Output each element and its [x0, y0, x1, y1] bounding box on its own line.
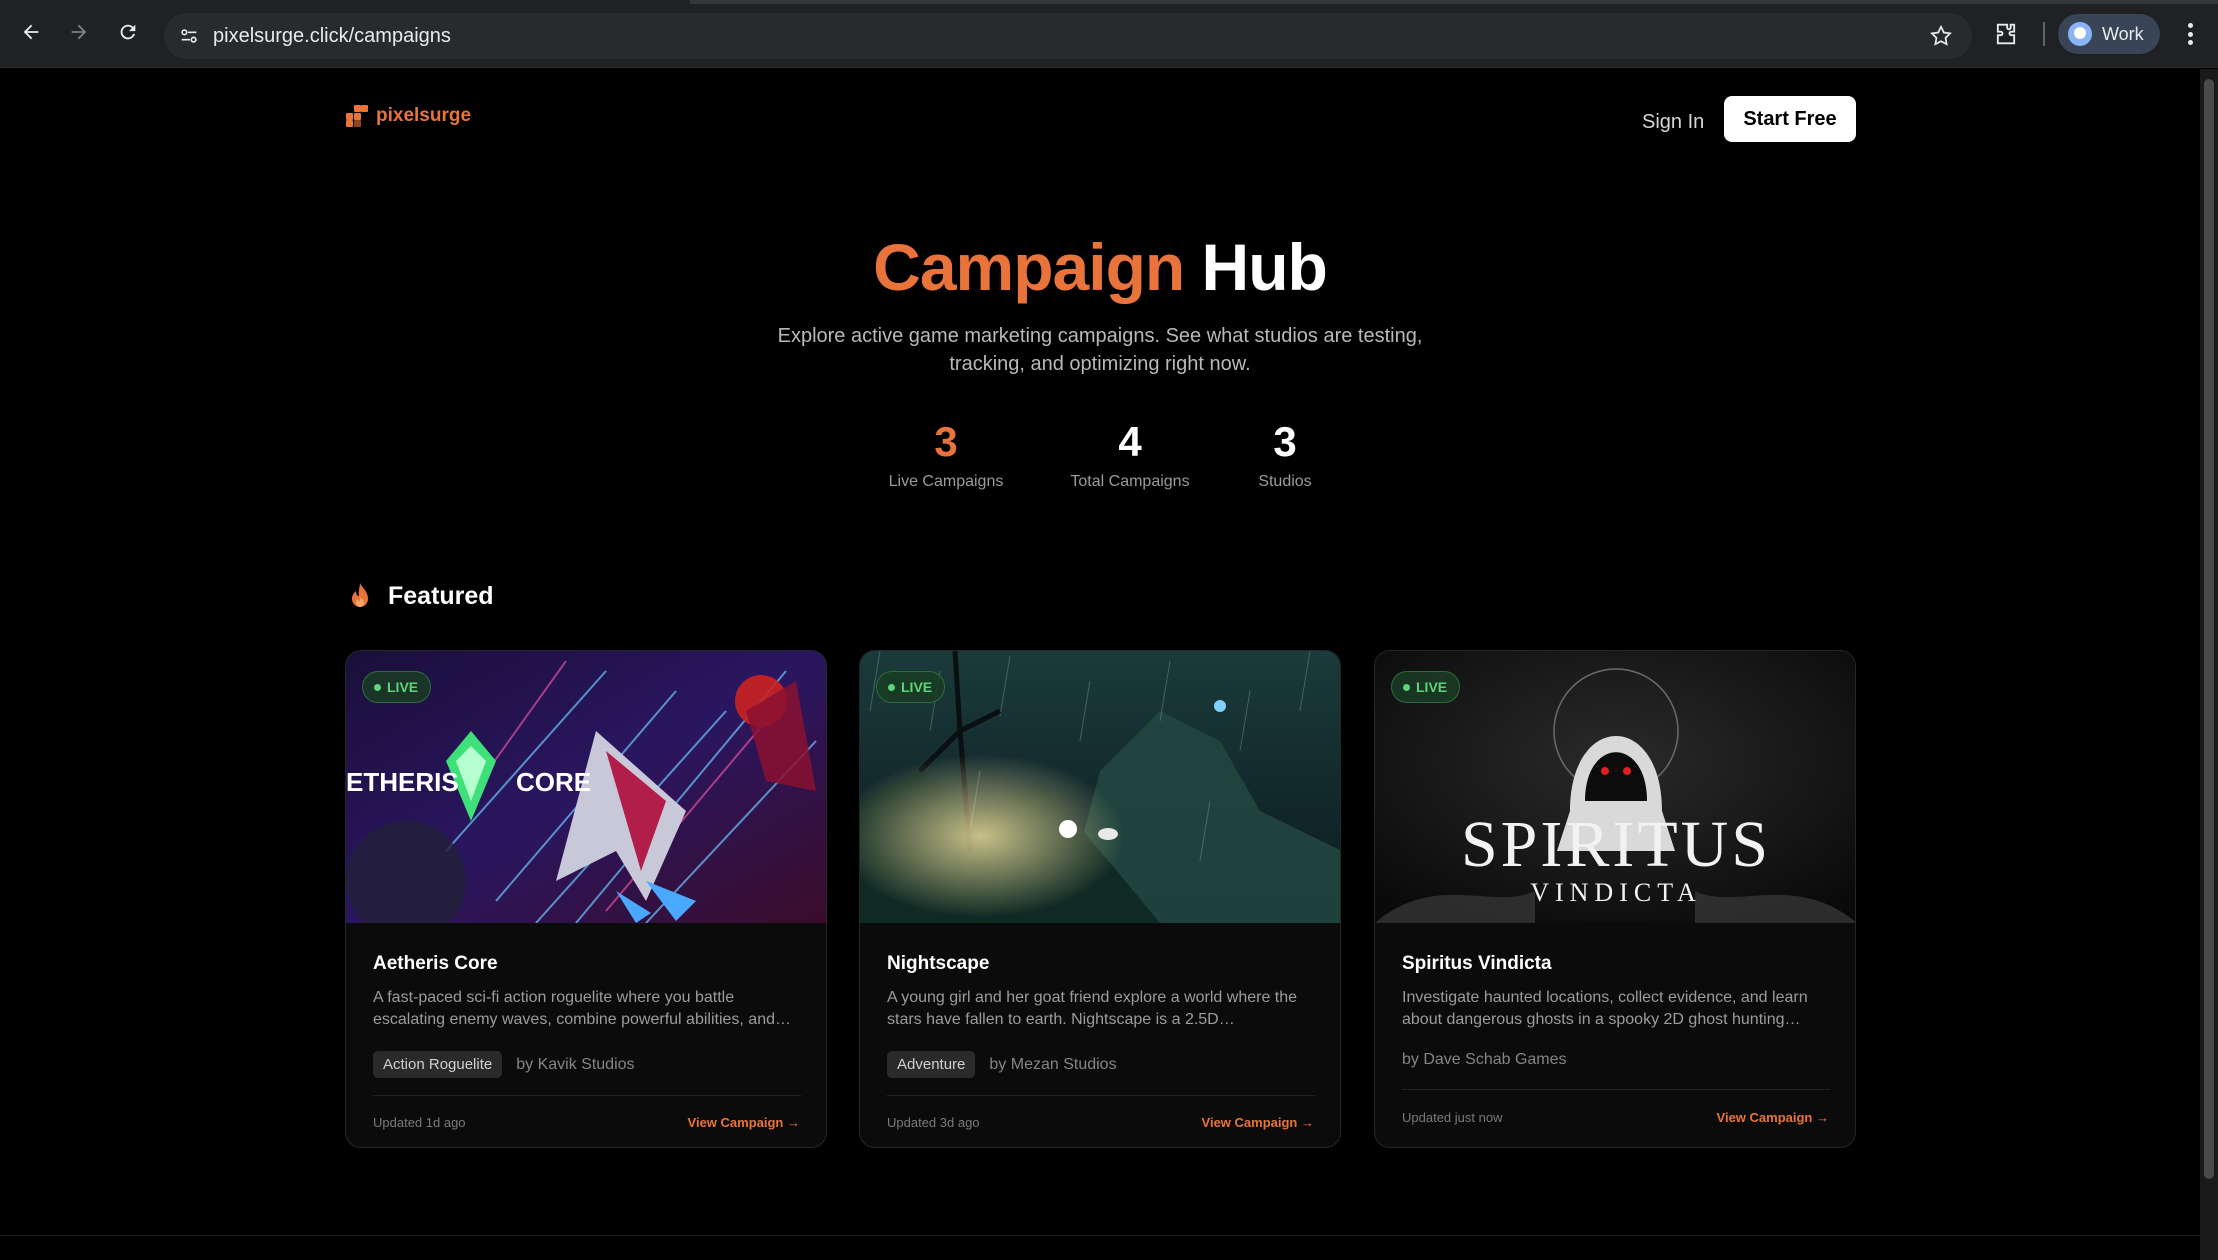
scrollbar-thumb[interactable] [2204, 79, 2214, 1179]
title-accent: Campaign [873, 230, 1185, 304]
card-divider [1402, 1089, 1830, 1090]
view-campaign-link[interactable]: View Campaign → [1202, 1115, 1314, 1130]
stat-live-campaigns: 3 Live Campaigns [856, 417, 1036, 491]
campaign-image[interactable]: LIVE [860, 651, 1340, 923]
stat-label: Live Campaigns [888, 473, 1004, 490]
card-image-subtitle-text: VINDICTA [1530, 878, 1702, 907]
title-rest: Hub [1201, 230, 1328, 304]
profile-button[interactable]: Work [2058, 14, 2160, 54]
view-campaign-link[interactable]: View Campaign → [1717, 1110, 1829, 1125]
address-bar[interactable]: pixelsurge.click/campaigns [164, 13, 1972, 59]
featured-heading: Featured [346, 581, 494, 611]
page-scrollbar[interactable] [2200, 69, 2218, 1260]
card-divider [887, 1095, 1315, 1096]
studio-name: by Dave Schab Games [1402, 1051, 1567, 1068]
campaign-card[interactable]: ETHERIS CORE LIVE Aetheris Core A fast-p… [345, 650, 827, 1148]
browser-menu-icon[interactable] [2178, 20, 2202, 48]
url-text[interactable]: pixelsurge.click/campaigns [213, 25, 451, 48]
card-meta: Adventure by Mezan Studios [887, 1051, 1117, 1078]
card-title[interactable]: Spiritus Vindicta [1402, 953, 1552, 975]
card-description: A young girl and her goat friend explore… [887, 989, 1298, 1028]
card-description: A fast-paced sci-fi action roguelite whe… [373, 989, 791, 1028]
card-title[interactable]: Aetheris Core [373, 953, 498, 975]
live-badge: LIVE [1391, 671, 1461, 703]
campaign-card[interactable]: SPIRITUS VINDICTA LIVE Spiritus Vindicta… [1374, 650, 1856, 1148]
page: pixelsurge Sign In Start Free Campaign H… [0, 69, 2200, 1260]
site-info-icon[interactable] [178, 25, 200, 47]
toolbar-divider [2043, 22, 2045, 46]
site-logo[interactable]: pixelsurge [346, 105, 471, 127]
card-image-logo-text: ETHERIS [346, 767, 459, 797]
stat-studios: 3 Studios [1195, 417, 1375, 491]
stat-label: Total Campaigns [1070, 473, 1190, 490]
card-meta: Action Roguelite by Kavik Studios [373, 1051, 635, 1078]
featured-label: Featured [388, 581, 494, 610]
updated-time: Updated just now [1402, 1110, 1503, 1125]
stat-total-campaigns: 4 Total Campaigns [1040, 417, 1220, 491]
active-tab[interactable] [0, 0, 690, 4]
browser-toolbar: pixelsurge.click/campaigns Work [0, 0, 2218, 68]
profile-avatar-icon [2068, 22, 2092, 46]
studio-name: by Kavik Studios [516, 1055, 635, 1073]
stat-value: 3 [1273, 418, 1297, 465]
back-icon[interactable] [16, 17, 46, 47]
genre-tag: Action Roguelite [373, 1051, 503, 1078]
updated-time: Updated 1d ago [373, 1115, 466, 1130]
card-image-title-text: SPIRITUS [1461, 808, 1771, 881]
svg-text:CORE: CORE [516, 767, 591, 797]
updated-time: Updated 3d ago [887, 1115, 980, 1130]
sign-in-button[interactable]: Sign In [1632, 103, 1714, 142]
bookmark-star-icon[interactable] [1928, 23, 1954, 49]
campaign-image[interactable]: ETHERIS CORE LIVE [346, 651, 826, 923]
card-description: Investigate haunted locations, collect e… [1402, 989, 1808, 1028]
reload-icon[interactable] [113, 17, 143, 47]
live-badge: LIVE [362, 671, 432, 703]
footer-divider [0, 1235, 2200, 1236]
view-campaign-link[interactable]: View Campaign → [688, 1115, 800, 1130]
tab-strip [0, 0, 2218, 4]
extensions-icon[interactable] [1992, 20, 2020, 48]
flame-icon [346, 581, 374, 611]
logo-mark-icon [346, 105, 368, 127]
card-meta: by Dave Schab Games [1402, 1051, 1567, 1069]
live-badge: LIVE [876, 671, 946, 703]
profile-label: Work [2102, 23, 2144, 44]
stat-value: 3 [934, 418, 958, 465]
genre-tag: Adventure [887, 1051, 976, 1078]
card-divider [373, 1095, 801, 1096]
stat-label: Studios [1258, 473, 1312, 490]
card-title[interactable]: Nightscape [887, 953, 989, 975]
campaign-card[interactable]: LIVE Nightscape A young girl and her goa… [859, 650, 1341, 1148]
studio-name: by Mezan Studios [989, 1055, 1117, 1073]
stat-value: 4 [1118, 418, 1142, 465]
page-title: Campaign Hub [0, 229, 2200, 305]
logo-text: pixelsurge [376, 105, 472, 126]
start-free-button[interactable]: Start Free [1724, 96, 1856, 142]
forward-icon[interactable] [64, 17, 94, 47]
page-subtitle: Explore active game marketing campaigns.… [777, 325, 1423, 375]
campaign-image[interactable]: SPIRITUS VINDICTA LIVE [1375, 651, 1855, 923]
